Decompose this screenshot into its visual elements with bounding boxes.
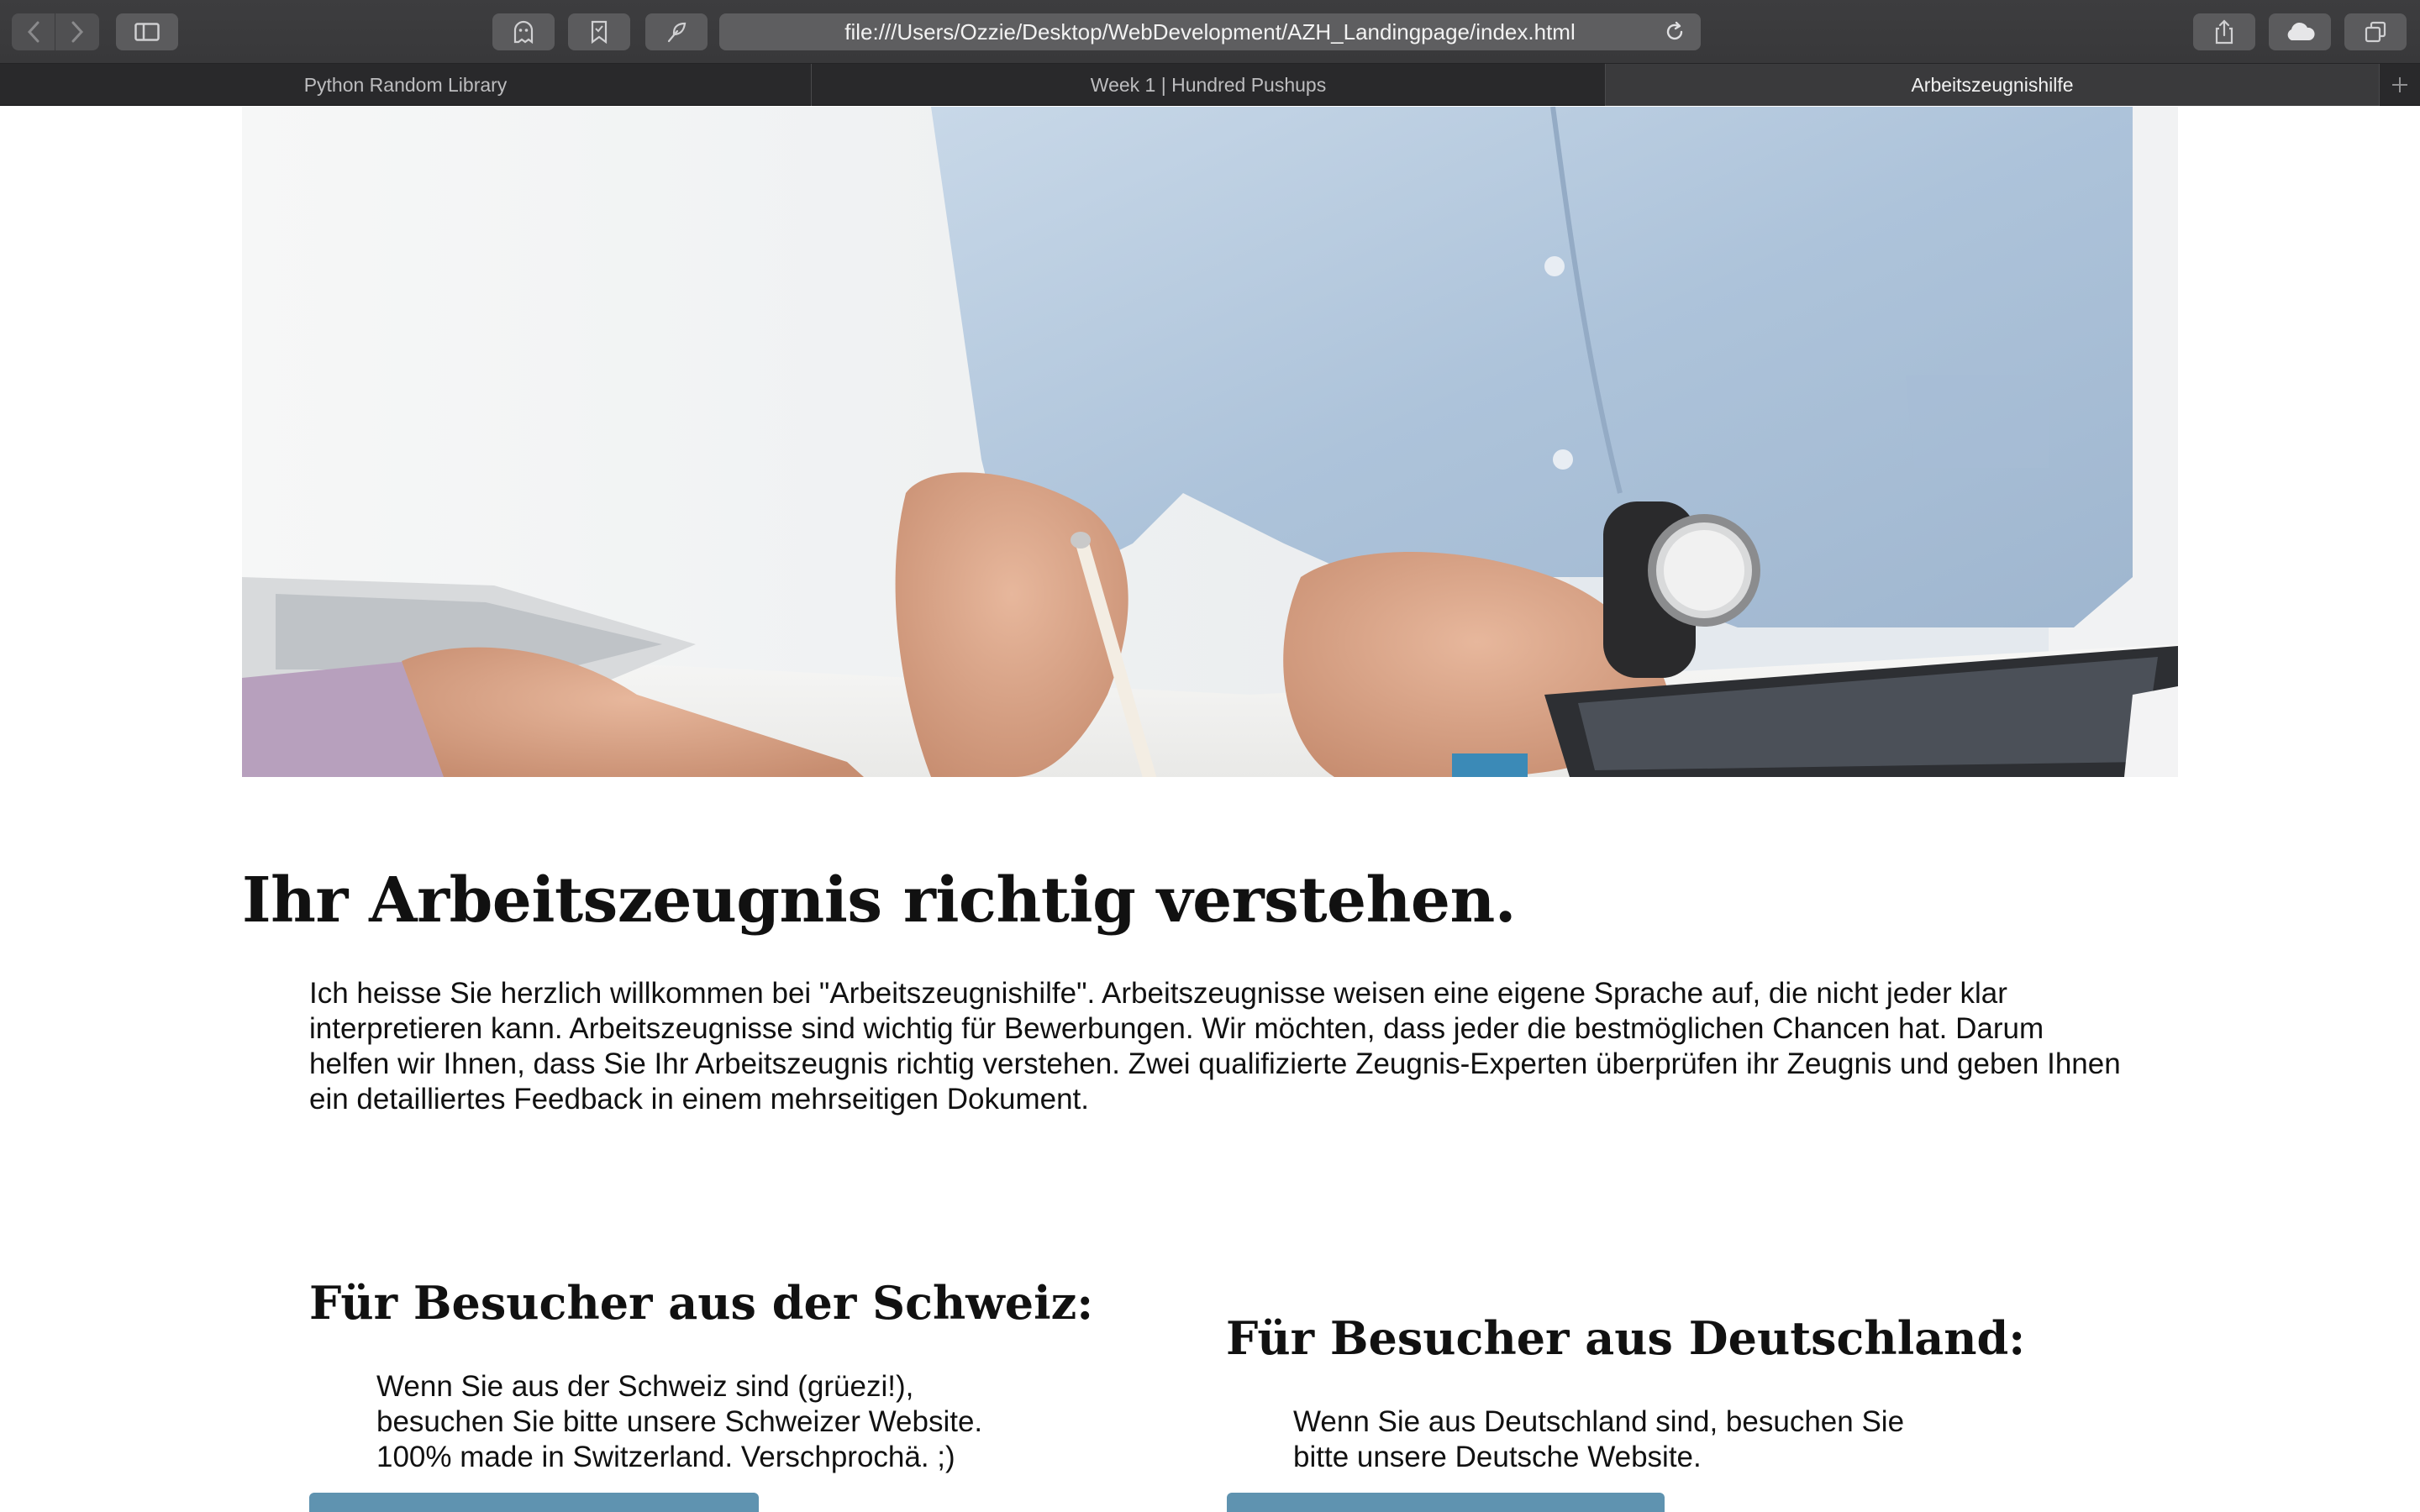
tabs-overview-button[interactable] [2344,13,2407,50]
switzerland-website-button[interactable] [309,1493,759,1512]
switzerland-text: Wenn Sie aus der Schweiz sind (grüezi!),… [376,1369,982,1475]
tab-arbeitszeugnishilfe[interactable]: Arbeitszeugnishilfe [1606,64,2380,106]
germany-line: bitte unsere Deutsche Website. [1293,1441,1702,1473]
hero-image [242,107,2178,777]
switzerland-line: besuchen Sie bitte unsere Schweizer Webs… [376,1405,983,1438]
tab-hundred-pushups[interactable]: Week 1 | Hundred Pushups [812,64,1606,106]
share-button[interactable] [2193,13,2255,50]
feather-extension-button[interactable] [645,13,708,50]
feather-extension-icon [667,22,687,43]
switzerland-line: 100% made in Switzerland. Verschprochä. … [376,1441,955,1473]
germany-line: Wenn Sie aus Deutschland sind, besuchen … [1293,1405,1905,1438]
tab-bar: Python Random Library Week 1 | Hundred P… [0,64,2420,106]
share-icon [2215,19,2233,45]
germany-website-button[interactable] [1227,1493,1665,1512]
navigation-buttons [12,13,99,50]
hero-photo-businessman-signing [242,107,2178,777]
intro-paragraph: Ich heisse Sie herzlich willkommen bei "… [309,977,2121,1116]
reload-icon[interactable] [1664,21,1686,43]
address-bar[interactable]: file:///Users/Ozzie/Desktop/WebDevelopme… [719,13,1701,50]
url-text: file:///Users/Ozzie/Desktop/WebDevelopme… [844,18,1576,45]
germany-heading: Für Besucher aus Deutschland: [1226,1311,2026,1365]
tab-label: Python Random Library [303,73,508,96]
forward-button[interactable] [55,13,99,50]
tabs-overview-icon [2365,21,2386,43]
germany-text: Wenn Sie aus Deutschland sind, besuchen … [1293,1404,1904,1475]
back-icon [27,21,39,43]
tab-label: Arbeitszeugnishilfe [1911,73,2074,96]
sidebar-button[interactable] [116,13,178,50]
new-tab-icon [2392,77,2407,92]
page-title: Ihr Arbeitszeugnis richtig verstehen. [242,864,1517,937]
back-button[interactable] [12,13,55,50]
bookmark-extension-button[interactable] [568,13,630,50]
tab-label: Week 1 | Hundred Pushups [1090,73,1327,96]
switzerland-line: Wenn Sie aus der Schweiz sind (grüezi!), [376,1370,914,1403]
switzerland-heading: Für Besucher aus der Schweiz: [309,1276,1094,1330]
tab-python-random-library[interactable]: Python Random Library [0,64,812,106]
browser-toolbar: file:///Users/Ozzie/Desktop/WebDevelopme… [0,0,2420,64]
ghost-extension-button[interactable] [492,13,555,50]
ghost-extension-icon [513,20,534,44]
sidebar-icon [134,23,160,41]
cloud-icon [2287,22,2315,40]
new-tab-button[interactable] [2380,64,2420,106]
cloud-button[interactable] [2269,13,2331,50]
forward-icon [71,21,84,43]
web-page: Ihr Arbeitszeugnis richtig verstehen. Ic… [0,107,2420,1512]
bookmark-extension-icon [591,20,608,44]
